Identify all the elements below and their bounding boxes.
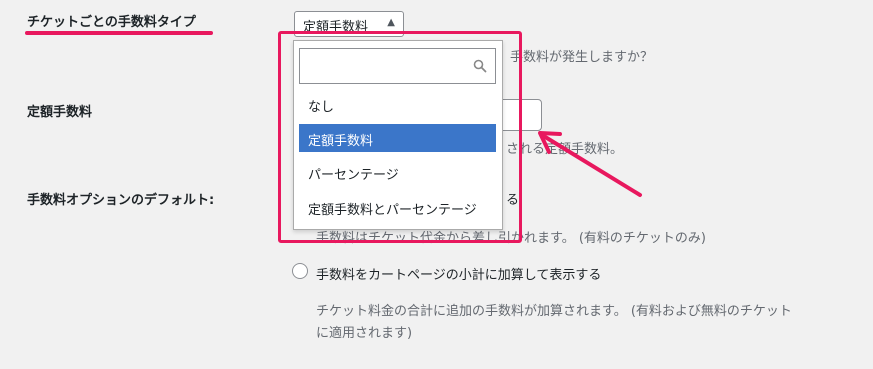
fixed-fee-help-text: される定額手数料。 bbox=[506, 142, 624, 157]
fixed-fee-label: 定額手数料 bbox=[27, 105, 93, 120]
fee-option-2-description-line1: チケット料金の合計に追加の手数料が加算されます。 (有料および無料のチケット bbox=[316, 304, 792, 319]
annotation-underline bbox=[25, 31, 213, 35]
fee-option-2-radio[interactable] bbox=[292, 263, 308, 279]
caret-up-icon: ▲ bbox=[387, 17, 395, 28]
fee-option-2-label[interactable]: 手数料をカートページの小計に加算して表示する bbox=[316, 264, 601, 283]
annotation-highlight-box bbox=[278, 31, 522, 243]
fee-option-2-description-line2: に適用されます) bbox=[316, 326, 413, 341]
fee-type-help-text: 手数料が発生しますか？ bbox=[510, 50, 654, 65]
fee-option-default-label: 手数料オプションのデフォルト: bbox=[27, 193, 215, 208]
fee-type-label: チケットごとの手数料タイプ bbox=[27, 15, 196, 30]
